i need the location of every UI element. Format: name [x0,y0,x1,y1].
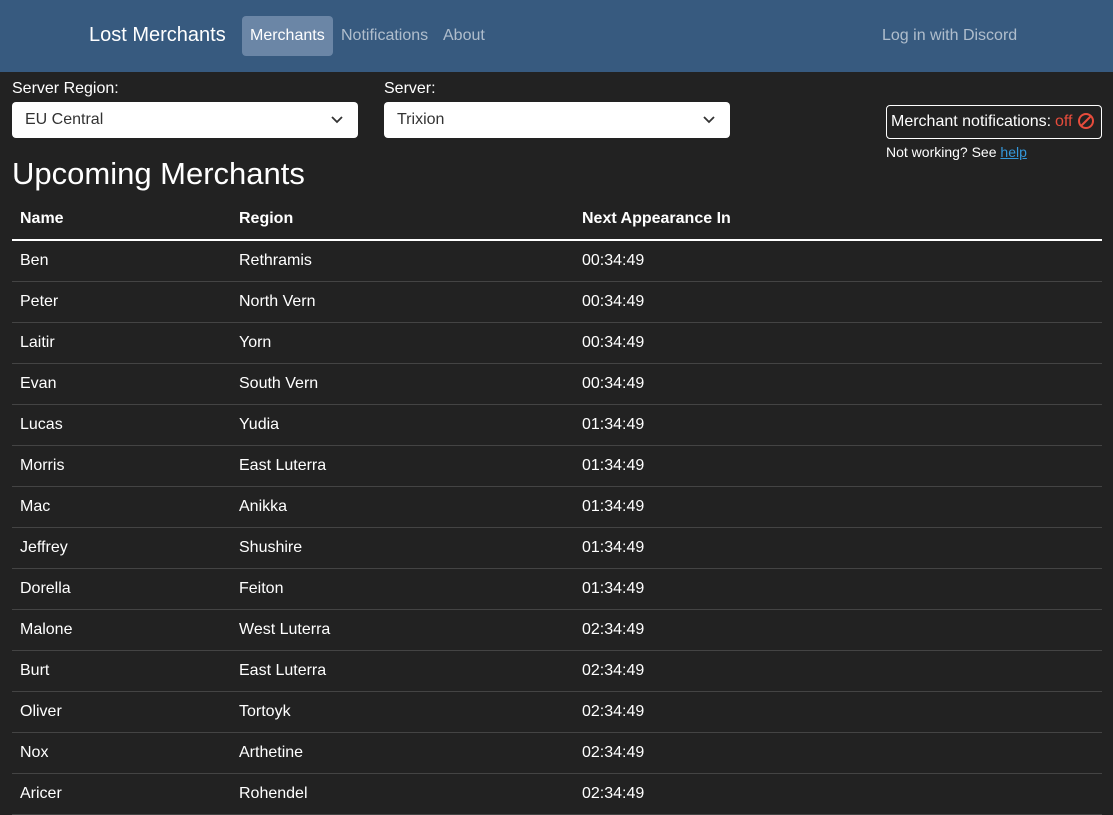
table-row: Oliver Tortoyk 02:34:49 [12,692,1102,733]
cell-name: Nox [20,744,49,761]
cell-time: 02:34:49 [582,662,645,679]
cell-region: Anikka [239,498,288,515]
cell-region: Yudia [239,416,280,433]
server-select[interactable]: Trixion [384,102,730,138]
chevron-down-icon [703,116,715,124]
nav-notifications[interactable]: Notifications [341,16,428,56]
cell-time: 02:34:49 [582,785,645,802]
help-prefix: Not working? See [886,144,997,160]
cell-name: Malone [20,621,73,638]
cell-region: Rohendel [239,785,308,802]
cell-time: 01:34:49 [582,580,645,597]
table-row: Evan South Vern 00:34:49 [12,364,1102,405]
table-row: Laitir Yorn 00:34:49 [12,323,1102,364]
cell-time: 01:34:49 [582,457,645,474]
table-row: Peter North Vern 00:34:49 [12,282,1102,323]
table-row: Dorella Feiton 01:34:49 [12,569,1102,610]
cell-name: Evan [20,375,57,392]
cell-time: 02:34:49 [582,703,645,720]
nav-about[interactable]: About [443,16,485,56]
cell-region: Shushire [239,539,303,556]
navbar: Lost Merchants Merchants Notifications A… [0,0,1113,72]
cell-time: 00:34:49 [582,293,645,310]
server-region-select[interactable]: EU Central [12,102,358,138]
nav-merchants[interactable]: Merchants [242,16,333,56]
notifications-label: Merchant notifications: [891,113,1052,130]
cell-region: North Vern [239,293,316,310]
cell-name: Ben [20,252,49,269]
cell-name: Lucas [20,416,63,433]
cell-region: Feiton [239,580,284,597]
table-row: Jeffrey Shushire 01:34:49 [12,528,1102,569]
cell-region: East Luterra [239,662,327,679]
table-row: Nox Arthetine 02:34:49 [12,733,1102,774]
header-next-appearance: Next Appearance In [582,210,731,227]
cell-time: 01:34:49 [582,416,645,433]
cell-name: Aricer [20,785,62,802]
cell-time: 02:34:49 [582,744,645,761]
cell-name: Peter [20,293,59,310]
cell-name: Morris [20,457,65,474]
cell-region: Yorn [239,334,272,351]
chevron-down-icon [331,116,343,124]
page-title: Upcoming Merchants [12,156,305,191]
cell-region: East Luterra [239,457,327,474]
server-label: Server: [384,80,436,97]
cell-region: Arthetine [239,744,304,761]
table-row: Lucas Yudia 01:34:49 [12,405,1102,446]
cell-time: 00:34:49 [582,375,645,392]
table-row: Ben Rethramis 00:34:49 [12,241,1102,282]
server-region-label: Server Region: [12,80,119,97]
prohibited-icon [1078,113,1094,129]
cell-name: Dorella [20,580,71,597]
table-row: Burt East Luterra 02:34:49 [12,651,1102,692]
help-line: Not working? See help [886,144,1027,160]
table-row: Mac Anikka 01:34:49 [12,487,1102,528]
brand-title[interactable]: Lost Merchants [89,22,226,48]
cell-name: Jeffrey [20,539,68,556]
header-region: Region [239,210,294,227]
table-row: Malone West Luterra 02:34:49 [12,610,1102,651]
server-value: Trixion [397,111,445,128]
header-name: Name [20,210,64,227]
cell-region: Rethramis [239,252,312,269]
cell-name: Laitir [20,334,55,351]
cell-region: West Luterra [239,621,331,638]
cell-time: 00:34:49 [582,334,645,351]
cell-name: Burt [20,662,50,679]
table-row: Morris East Luterra 01:34:49 [12,446,1102,487]
cell-time: 02:34:49 [582,621,645,638]
login-discord-link[interactable]: Log in with Discord [882,16,1017,56]
notifications-state: off [1055,113,1073,130]
help-link[interactable]: help [1000,144,1026,160]
table-header: Name Region Next Appearance In [12,199,1102,241]
cell-name: Mac [20,498,51,515]
table-row: Aricer Rohendel 02:34:49 [12,774,1102,815]
server-region-value: EU Central [25,111,104,128]
cell-time: 01:34:49 [582,498,645,515]
cell-name: Oliver [20,703,62,720]
merchants-table: Name Region Next Appearance In Ben Rethr… [12,199,1102,815]
cell-region: South Vern [239,375,319,392]
cell-region: Tortoyk [239,703,291,720]
cell-time: 00:34:49 [582,252,645,269]
merchant-notifications-toggle[interactable]: Merchant notifications: off [886,105,1102,139]
cell-time: 01:34:49 [582,539,645,556]
